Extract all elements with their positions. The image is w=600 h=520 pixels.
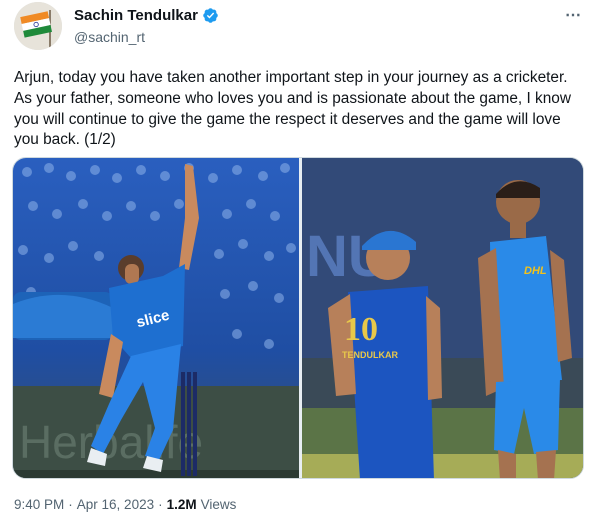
author-name-text[interactable]: Sachin Tendulkar [74,7,198,24]
bowler-image: Herbalife slice [13,158,299,478]
tweet-card[interactable]: Sachin Tendulkar @sachin_rt ⋯ Arjun, tod… [0,0,600,520]
india-flag-avatar-icon [14,2,62,50]
author-name[interactable]: Sachin Tendulkar [74,7,219,24]
jersey-name-text: TENDULKAR [342,350,398,360]
jersey-sponsor-right-text: DHL [524,265,547,277]
tweet-text: Arjun, today you have taken another impo… [14,69,571,149]
views-count: 1.2M [166,497,197,512]
views-label: Views [200,497,237,512]
meta-separator-2: · [158,497,163,512]
tweet-time[interactable]: 9:40 PM [14,497,64,512]
tweet-media[interactable]: Herbalife slice NU 10 TENDULKAR DHL [12,157,584,479]
verified-badge-icon [203,8,218,23]
photo-bowler[interactable]: Herbalife slice [13,158,299,478]
jersey-number-text: 10 [344,311,378,348]
meta-separator: · [68,497,73,512]
avatar[interactable] [14,2,62,50]
more-options-icon[interactable]: ⋯ [565,5,582,25]
tweet-date[interactable]: Apr 16, 2023 [77,497,154,512]
father-son-image: NU 10 TENDULKAR DHL [302,158,583,478]
photo-father-son[interactable]: NU 10 TENDULKAR DHL [302,158,583,478]
tweet-meta: 9:40 PM · Apr 16, 2023 · 1.2M Views [14,497,236,512]
author-handle[interactable]: @sachin_rt [74,29,145,45]
